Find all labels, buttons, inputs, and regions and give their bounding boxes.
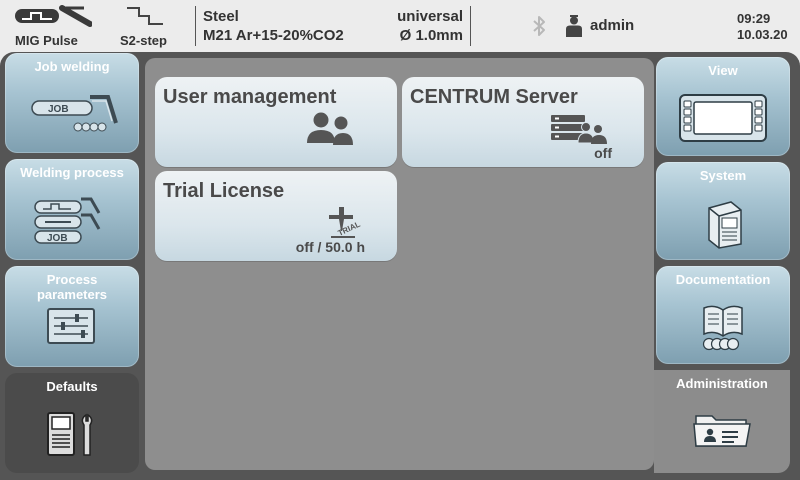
menu-view[interactable]: View [656, 57, 790, 156]
status-bar: MIG Pulse S2-step Steel M21 Ar+15-20%CO2… [0, 0, 800, 50]
user-indicator[interactable]: admin [564, 0, 654, 50]
license-status: off / 50.0 h [295, 239, 365, 255]
menu-job-welding[interactable]: Job welding JOB [5, 53, 139, 153]
trial-torch-icon: TRIAL [329, 207, 362, 238]
header-divider [470, 6, 471, 46]
centrum-server-card[interactable]: CENTRUM Server off [402, 77, 644, 167]
card-title: CENTRUM Server [410, 86, 578, 108]
users-icon [307, 112, 353, 145]
display-icon [679, 94, 767, 142]
operating-mode-indicator[interactable]: S2-step [112, 0, 182, 50]
menu-label: Job welding [34, 59, 110, 74]
welding-process-icon: JOB [34, 197, 101, 244]
menu-label: Process parameters [36, 272, 108, 302]
menu-documentation[interactable]: Documentation [656, 266, 790, 364]
bluetooth-icon[interactable] [532, 15, 546, 37]
menu-welding-process[interactable]: Welding process JOB [5, 159, 139, 260]
power-source-icon [708, 201, 742, 249]
clock-time: 09:29 [737, 11, 771, 26]
folder-id-icon [693, 415, 751, 447]
user-management-card[interactable]: User management [155, 77, 397, 167]
characteristic-label: universal [397, 8, 463, 25]
operating-mode-label: S2-step [120, 33, 167, 48]
menu-label: Documentation [675, 272, 771, 287]
mig-pulse-icon [15, 5, 92, 27]
card-title: Trial License [163, 180, 285, 202]
header-divider [195, 6, 196, 46]
user-name: admin [590, 17, 635, 34]
menu-label: Welding process [20, 165, 124, 180]
menu-label: Defaults [46, 379, 98, 394]
material-info[interactable]: Steel M21 Ar+15-20%CO2 [203, 0, 383, 50]
menu-administration[interactable]: Administration [654, 370, 790, 473]
wire-diameter-label: Ø 1.0mm [399, 27, 463, 44]
user-icon [566, 15, 582, 37]
material-label: Steel [203, 8, 239, 25]
card-title: User management [163, 86, 337, 108]
sliders-icon [47, 308, 95, 344]
book-icon [702, 305, 743, 351]
process-mode-label: MIG Pulse [15, 33, 78, 48]
clock-date: 10.03.20 [737, 27, 788, 42]
menu-process-parameters[interactable]: Process parameters [5, 266, 139, 367]
menu-label: System [699, 168, 747, 183]
characteristic-info[interactable]: universal Ø 1.0mm [373, 0, 463, 50]
server-users-icon [551, 115, 607, 144]
menu-label: Administration [676, 376, 768, 391]
gas-label: M21 Ar+15-20%CO2 [203, 27, 344, 44]
s2-step-icon [127, 7, 163, 25]
server-status: off [594, 145, 612, 161]
svg-text:JOB: JOB [47, 233, 68, 244]
menu-label: View [708, 63, 738, 78]
process-mode-indicator[interactable]: MIG Pulse [8, 0, 92, 50]
svg-text:JOB: JOB [48, 104, 69, 115]
menu-defaults[interactable]: Defaults [5, 373, 139, 473]
job-torch-icon: JOB [31, 95, 118, 132]
machine-wrench-icon [47, 412, 93, 456]
menu-system[interactable]: System [656, 162, 790, 260]
trial-license-card[interactable]: Trial License TRIAL off / 50.0 h [155, 171, 397, 261]
